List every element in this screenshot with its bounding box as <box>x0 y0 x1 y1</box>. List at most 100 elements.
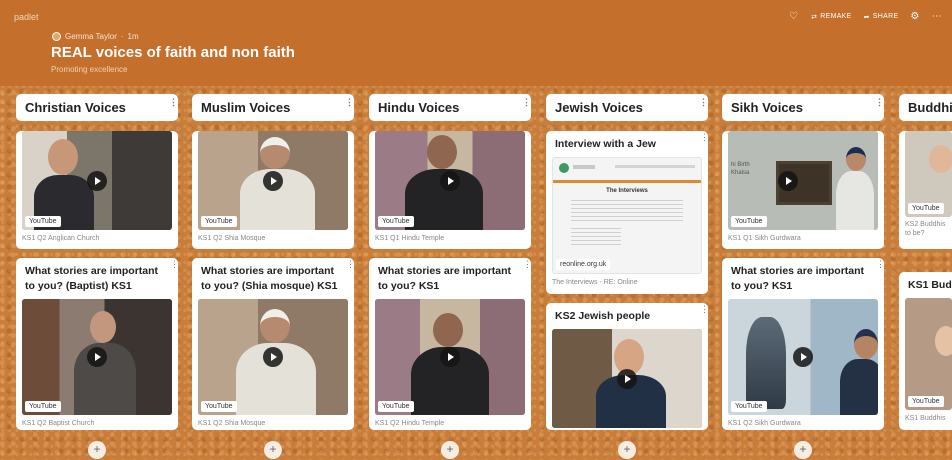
video-thumbnail[interactable]: hi Birth Khalsa YouTube <box>728 131 878 230</box>
post-card[interactable]: KS2 Jewish people ⋮ <box>546 303 708 430</box>
source-badge: YouTube <box>731 401 767 412</box>
column-header[interactable]: Hindu Voices ⋮ <box>369 94 531 121</box>
add-post-button[interactable]: + <box>88 441 106 459</box>
video-thumbnail[interactable]: YouTube <box>22 299 172 415</box>
post-card[interactable]: What stories are important to you? (Shia… <box>192 258 354 430</box>
card-caption: KS2 Buddhis to be? <box>905 221 946 237</box>
video-thumbnail[interactable]: YouTube <box>375 299 525 415</box>
source-badge: YouTube <box>201 216 237 227</box>
play-icon[interactable] <box>263 347 283 367</box>
header-actions: ♡ ⇄ REMAKE ➦ SHARE ⚙ ⋯ <box>789 11 942 22</box>
add-post-button[interactable]: + <box>441 441 459 459</box>
play-icon[interactable] <box>778 170 798 191</box>
settings-gear-icon[interactable]: ⚙ <box>910 11 919 22</box>
author-avatar <box>52 32 61 41</box>
play-icon[interactable] <box>87 170 107 191</box>
play-icon[interactable] <box>87 347 107 367</box>
column-sikh-voices: Sikh Voices ⋮ <box>722 94 884 121</box>
column-header[interactable]: Buddhis <box>899 94 952 121</box>
video-thumbnail[interactable]: YouTube <box>905 131 952 217</box>
card-caption: KS1 Buddhis <box>905 415 946 422</box>
author-line: Gemma Taylor · 1m <box>52 32 139 41</box>
column-menu-icon[interactable]: ⋮ <box>169 98 178 107</box>
column-title: Hindu Voices <box>378 100 460 115</box>
column-header[interactable]: Sikh Voices ⋮ <box>722 94 884 121</box>
column-jewish-voices: Jewish Voices ⋮ <box>546 94 708 121</box>
preview-heading: The Interviews <box>606 188 648 194</box>
video-thumbnail[interactable]: YouTube <box>375 131 525 230</box>
video-thumbnail[interactable]: YouTube <box>198 299 348 415</box>
play-icon[interactable] <box>440 347 460 367</box>
add-post-button[interactable]: + <box>264 441 282 459</box>
source-badge: YouTube <box>201 401 237 412</box>
column-title: Christian Voices <box>25 100 126 115</box>
post-card[interactable]: What stories are important to you? KS1 ⋮… <box>369 258 531 430</box>
remake-label: REMAKE <box>820 13 852 20</box>
column-hindu-voices: Hindu Voices ⋮ <box>369 94 531 121</box>
card-menu-icon[interactable]: ⋮ <box>170 260 178 269</box>
share-icon: ➦ <box>863 13 870 21</box>
card-caption: KS1 Q1 Hindu Temple <box>375 235 445 242</box>
post-card[interactable]: hi Birth Khalsa YouTube KS1 Q1 Sikh Gurd… <box>722 131 884 249</box>
column-menu-icon[interactable]: ⋮ <box>345 98 354 107</box>
more-icon[interactable]: ⋯ <box>932 11 942 22</box>
card-caption: The Interviews - RE: Online <box>552 279 638 286</box>
padlet-header: padlet ♡ ⇄ REMAKE ➦ SHARE ⚙ ⋯ Gemma Taylor… <box>0 0 952 86</box>
video-thumbnail[interactable]: YouTube <box>198 131 348 230</box>
column-header[interactable]: Muslim Voices ⋮ <box>192 94 354 121</box>
site-logo <box>559 163 569 173</box>
column-buddhist-voices: Buddhis <box>899 94 952 121</box>
source-badge: YouTube <box>908 203 944 214</box>
post-card[interactable]: KS1 Budd YouTube KS1 Buddhis <box>899 272 952 430</box>
post-card[interactable]: YouTube KS1 Q1 Hindu Temple <box>369 131 531 249</box>
post-card[interactable]: YouTube KS1 Q2 Shia Mosque <box>192 131 354 249</box>
post-card[interactable]: YouTube KS2 Buddhis to be? <box>899 131 952 249</box>
card-menu-icon[interactable]: ⋮ <box>700 133 708 142</box>
post-card[interactable]: What stories are important to you? (Bapt… <box>16 258 178 430</box>
play-icon[interactable] <box>440 170 460 191</box>
video-thumbnail[interactable] <box>552 329 702 428</box>
remake-icon: ⇄ <box>811 13 818 21</box>
card-menu-icon[interactable]: ⋮ <box>346 260 354 269</box>
card-menu-icon[interactable]: ⋮ <box>523 260 531 269</box>
add-post-button[interactable]: + <box>618 441 636 459</box>
source-badge: reonline.org.uk <box>556 259 611 270</box>
card-caption: KS1 Q2 Anglican Church <box>22 235 100 242</box>
column-title: Sikh Voices <box>731 100 804 115</box>
card-menu-icon[interactable]: ⋮ <box>876 260 884 269</box>
column-title: Muslim Voices <box>201 100 291 115</box>
column-menu-icon[interactable]: ⋮ <box>699 98 708 107</box>
link-preview[interactable]: The Interviews reonline.org.uk <box>552 157 702 274</box>
card-caption: KS1 Q1 Sikh Gurdwara <box>728 235 801 242</box>
video-thumbnail[interactable]: YouTube <box>22 131 172 230</box>
add-post-button[interactable]: + <box>794 441 812 459</box>
play-icon[interactable] <box>263 170 283 191</box>
card-title: KS2 Jewish people <box>555 310 651 322</box>
card-title: What stories are important to you? KS1 <box>378 265 512 292</box>
video-thumbnail[interactable]: YouTube <box>905 298 952 410</box>
source-badge: YouTube <box>731 216 767 227</box>
author-name: Gemma Taylor <box>65 32 117 41</box>
padlet-logo[interactable]: padlet <box>14 12 39 22</box>
card-title: What stories are important to you? (Bapt… <box>25 265 159 292</box>
card-caption: KS1 Q2 Hindu Temple <box>375 420 445 427</box>
post-card[interactable]: What stories are important to you? KS1 ⋮… <box>722 258 884 430</box>
card-caption: KS1 Q2 Sikh Gurdwara <box>728 420 801 427</box>
video-thumbnail[interactable]: YouTube <box>728 299 878 415</box>
source-badge: YouTube <box>378 216 414 227</box>
column-menu-icon[interactable]: ⋮ <box>522 98 531 107</box>
column-header[interactable]: Christian Voices ⋮ <box>16 94 178 121</box>
play-icon[interactable] <box>617 368 637 389</box>
column-menu-icon[interactable]: ⋮ <box>875 98 884 107</box>
share-button[interactable]: ➦ SHARE <box>864 13 899 21</box>
post-card[interactable]: Interview with a Jew ⋮ The Interviews re… <box>546 131 708 294</box>
remake-button[interactable]: ⇄ REMAKE <box>811 13 852 21</box>
post-card[interactable]: YouTube KS1 Q2 Anglican Church <box>16 131 178 249</box>
heart-icon[interactable]: ♡ <box>789 12 799 22</box>
post-time: 1m <box>127 32 139 41</box>
card-title: What stories are important to you? (Shia… <box>201 265 338 292</box>
card-menu-icon[interactable]: ⋮ <box>700 305 708 314</box>
play-icon[interactable] <box>793 347 813 367</box>
column-header[interactable]: Jewish Voices ⋮ <box>546 94 708 121</box>
source-badge: YouTube <box>25 401 61 412</box>
